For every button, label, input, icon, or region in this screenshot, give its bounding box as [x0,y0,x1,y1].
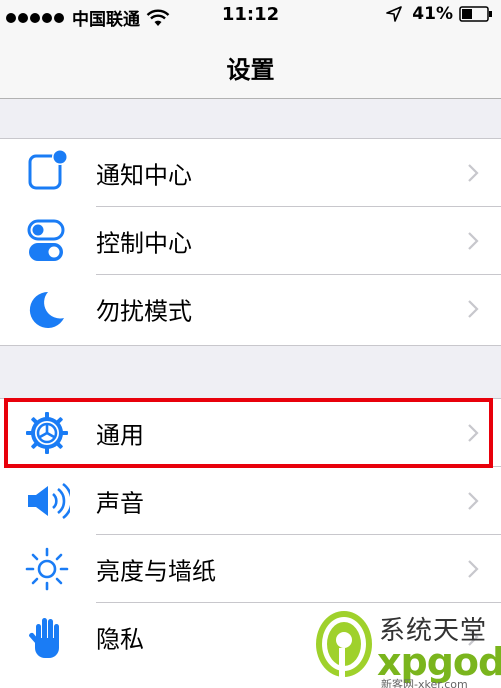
settings-row-label: 通用 [96,421,144,450]
status-right: 41% [386,4,493,24]
gear-icon [26,412,68,454]
settings-row-brightness-wallpaper[interactable]: 亮度与墙纸 [0,535,501,603]
chevron-right-icon [468,560,479,578]
brightness-icon [25,547,69,591]
navigation-bar: 设置 [0,30,501,99]
chevron-right-icon [468,424,479,442]
settings-row-label: 控制中心 [96,229,192,258]
battery-percentage: 41% [412,4,453,24]
settings-row-label: 亮度与墙纸 [96,557,216,586]
notification-center-icon [28,150,68,190]
settings-row-label: 隐私 [96,625,144,654]
location-arrow-icon [386,6,403,22]
moon-icon [29,291,64,328]
watermark-site-text: 新客网-xker.com [381,678,468,688]
settings-row-sounds[interactable]: 声音 [0,467,501,535]
settings-row-label: 通知中心 [96,161,192,190]
speaker-icon [28,482,70,520]
hand-icon [28,618,59,658]
settings-row-notification-center[interactable]: 通知中心 [0,139,501,207]
settings-row-do-not-disturb[interactable]: 勿扰模式 [0,275,501,343]
settings-row-control-center[interactable]: 控制中心 [0,207,501,275]
chevron-right-icon [468,492,479,510]
status-bar: 中国联通 11:12 41% [0,0,501,30]
page-title: 设置 [226,56,275,84]
chevron-right-icon [468,300,479,318]
control-center-icon [27,219,65,261]
watermark: 系统天堂 xpgod 新客网-xker.com [313,606,501,688]
chevron-right-icon [468,164,479,182]
settings-row-label: 勿扰模式 [96,297,192,326]
settings-screen: 中国联通 11:12 41% 设置 通知中心 控制中心 勿扰模式 通用 声音 亮… [0,0,501,688]
settings-row-label: 声音 [96,489,144,518]
chevron-right-icon [468,232,479,250]
battery-icon [459,6,492,22]
settings-row-general[interactable]: 通用 [0,399,501,467]
settings-group-1: 通知中心 控制中心 勿扰模式 [0,138,501,346]
watermark-logo-icon [316,611,372,678]
